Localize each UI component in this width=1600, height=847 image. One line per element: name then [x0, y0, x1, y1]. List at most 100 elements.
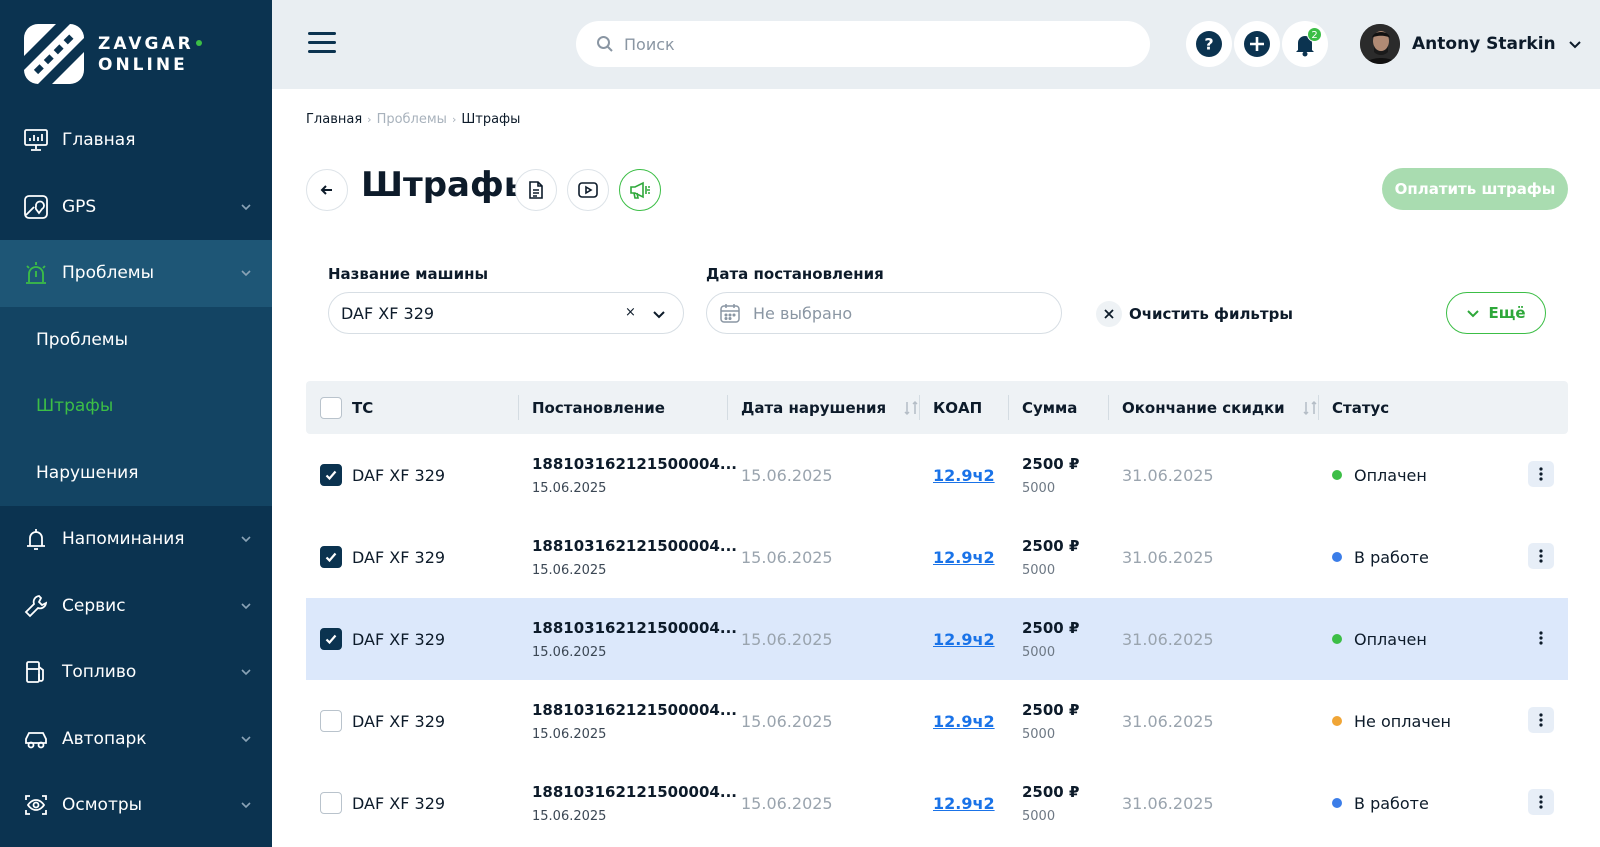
pay-fines-button[interactable]: Оплатить штрафы: [1382, 168, 1568, 210]
page-title: Штрафы: [361, 165, 535, 205]
breadcrumb-current: Штрафы: [461, 112, 521, 127]
announcement-button[interactable]: [619, 169, 661, 211]
row-actions-button[interactable]: [1528, 707, 1554, 733]
bell-icon: [22, 525, 50, 553]
chevron-down-icon: [1568, 41, 1581, 49]
decree-number[interactable]: 188103162121500004...: [532, 701, 737, 719]
column-label: ТС: [352, 398, 374, 417]
row-actions-button[interactable]: [1528, 625, 1554, 651]
row-checkbox[interactable]: [320, 792, 342, 814]
cell-vehicle: DAF XF 329: [352, 680, 445, 762]
column-header-vehicle: ТС: [352, 381, 373, 434]
column-header-violation-date[interactable]: Дата нарушения: [741, 381, 920, 434]
breadcrumb-separator: ›: [367, 113, 372, 126]
row-actions-button[interactable]: [1528, 543, 1554, 569]
search-input[interactable]: [624, 34, 1104, 54]
more-vertical-icon: [1539, 713, 1543, 727]
calendar-icon: [720, 304, 740, 323]
select-all-checkbox[interactable]: [320, 397, 342, 419]
breadcrumb-section[interactable]: Проблемы: [377, 112, 447, 127]
table-row[interactable]: DAF XF 329 188103162121500004... 15.06.202…: [306, 516, 1568, 598]
add-button[interactable]: [1234, 21, 1280, 67]
breadcrumb-home[interactable]: Главная: [306, 112, 362, 127]
decree-number[interactable]: 188103162121500004...: [532, 455, 737, 473]
koap-link[interactable]: 12.9ч2: [933, 466, 995, 485]
row-checkbox[interactable]: [320, 710, 342, 732]
table-row[interactable]: DAF XF 329 188103162121500004... 15.06.202…: [306, 762, 1568, 844]
top-header: ? 2 Antony Starkin: [272, 0, 1600, 89]
sidebar-item-label: Автопарк: [62, 728, 147, 749]
row-checkbox[interactable]: [320, 628, 342, 650]
sidebar-item-service[interactable]: Сервис: [0, 573, 272, 640]
violation-date: 15.06.2025: [741, 465, 833, 485]
video-button[interactable]: [567, 169, 609, 211]
help-button[interactable]: ?: [1186, 21, 1232, 67]
user-menu[interactable]: Antony Starkin: [1360, 24, 1582, 64]
cell-violation-date: 15.06.2025: [741, 598, 833, 680]
menu-toggle-button[interactable]: [308, 32, 336, 54]
sort-icon[interactable]: [902, 399, 920, 417]
notifications-button[interactable]: 2: [1282, 21, 1328, 67]
row-checkbox[interactable]: [320, 464, 342, 486]
search-box[interactable]: [576, 21, 1150, 67]
column-header-discount-end[interactable]: Окончание скидки: [1122, 381, 1319, 434]
decree-number[interactable]: 188103162121500004...: [532, 783, 737, 801]
cell-koap: 12.9ч2: [933, 762, 995, 844]
sort-icon[interactable]: [1301, 399, 1319, 417]
logo[interactable]: ZAVGAR ONLINE: [22, 20, 222, 86]
koap-link[interactable]: 12.9ч2: [933, 548, 995, 567]
vehicle-name[interactable]: DAF XF 329: [352, 712, 445, 731]
sidebar-item-fuel[interactable]: Топливо: [0, 639, 272, 706]
decree-date: 15.06.2025: [532, 808, 607, 824]
sidebar-item-home[interactable]: Главная: [0, 107, 272, 174]
koap-link[interactable]: 12.9ч2: [933, 712, 995, 731]
vehicle-name[interactable]: DAF XF 329: [352, 794, 445, 813]
sidebar-item-reminders[interactable]: Напоминания: [0, 506, 272, 573]
date-picker[interactable]: Не выбрано: [706, 292, 1062, 334]
car-select[interactable]: DAF XF 329 ×: [328, 292, 684, 334]
vehicle-name[interactable]: DAF XF 329: [352, 548, 445, 567]
sidebar-item-gps[interactable]: GPS: [0, 174, 272, 241]
plus-icon: [1244, 31, 1270, 57]
status-badge: В работе: [1332, 548, 1429, 567]
sidebar-subitem-label: Нарушения: [36, 462, 139, 483]
clear-selection-icon[interactable]: ×: [625, 305, 639, 320]
sidebar-item-label: Проблемы: [62, 263, 155, 284]
row-actions-button[interactable]: [1528, 461, 1554, 487]
table-row[interactable]: DAF XF 329 188103162121500004... 15.06.202…: [306, 434, 1568, 516]
status-label: В работе: [1354, 793, 1429, 813]
decree-number[interactable]: 188103162121500004...: [532, 537, 737, 555]
clear-filters-button[interactable]: Очистить фильтры: [1096, 301, 1293, 327]
column-divider: [1008, 395, 1009, 420]
sidebar-item-label: Напоминания: [62, 529, 185, 550]
burger-line: [308, 41, 336, 44]
row-checkbox[interactable]: [320, 546, 342, 568]
sidebar-item-problems[interactable]: Проблемы: [0, 240, 272, 307]
sidebar-item-fleet[interactable]: Автопарк: [0, 706, 272, 773]
row-actions-button[interactable]: [1528, 789, 1554, 815]
sum-full: 5000: [1022, 480, 1056, 496]
cell-discount-end: 31.06.2025: [1122, 598, 1214, 680]
column-header-sum: Сумма: [1022, 381, 1077, 434]
sidebar-subitem-problems[interactable]: Проблемы: [0, 307, 272, 374]
vehicle-name[interactable]: DAF XF 329: [352, 466, 445, 485]
table-row[interactable]: DAF XF 329 188103162121500004... 15.06.202…: [306, 680, 1568, 762]
status-dot: [1332, 634, 1342, 644]
logo-line2: ONLINE: [98, 55, 188, 75]
document-icon: [529, 181, 543, 199]
koap-link[interactable]: 12.9ч2: [933, 630, 995, 649]
table-row[interactable]: DAF XF 329 188103162121500004... 15.06.202…: [306, 598, 1568, 680]
decree-number[interactable]: 188103162121500004...: [532, 619, 737, 637]
more-filters-button[interactable]: Ещё: [1446, 292, 1546, 334]
document-button[interactable]: [515, 169, 557, 211]
checkmark-icon: [325, 634, 337, 645]
sidebar-subitem-violations[interactable]: Нарушения: [0, 440, 272, 507]
vehicle-name[interactable]: DAF XF 329: [352, 630, 445, 649]
sidebar-item-inspections[interactable]: Осмотры: [0, 772, 272, 839]
breadcrumb: Главная › Проблемы › Штрафы: [306, 112, 520, 127]
status-label: Оплачен: [1354, 629, 1427, 649]
discount-end-date: 31.06.2025: [1122, 793, 1214, 813]
sidebar-subitem-fines[interactable]: Штрафы: [0, 373, 272, 440]
koap-link[interactable]: 12.9ч2: [933, 794, 995, 813]
back-button[interactable]: [306, 169, 348, 211]
